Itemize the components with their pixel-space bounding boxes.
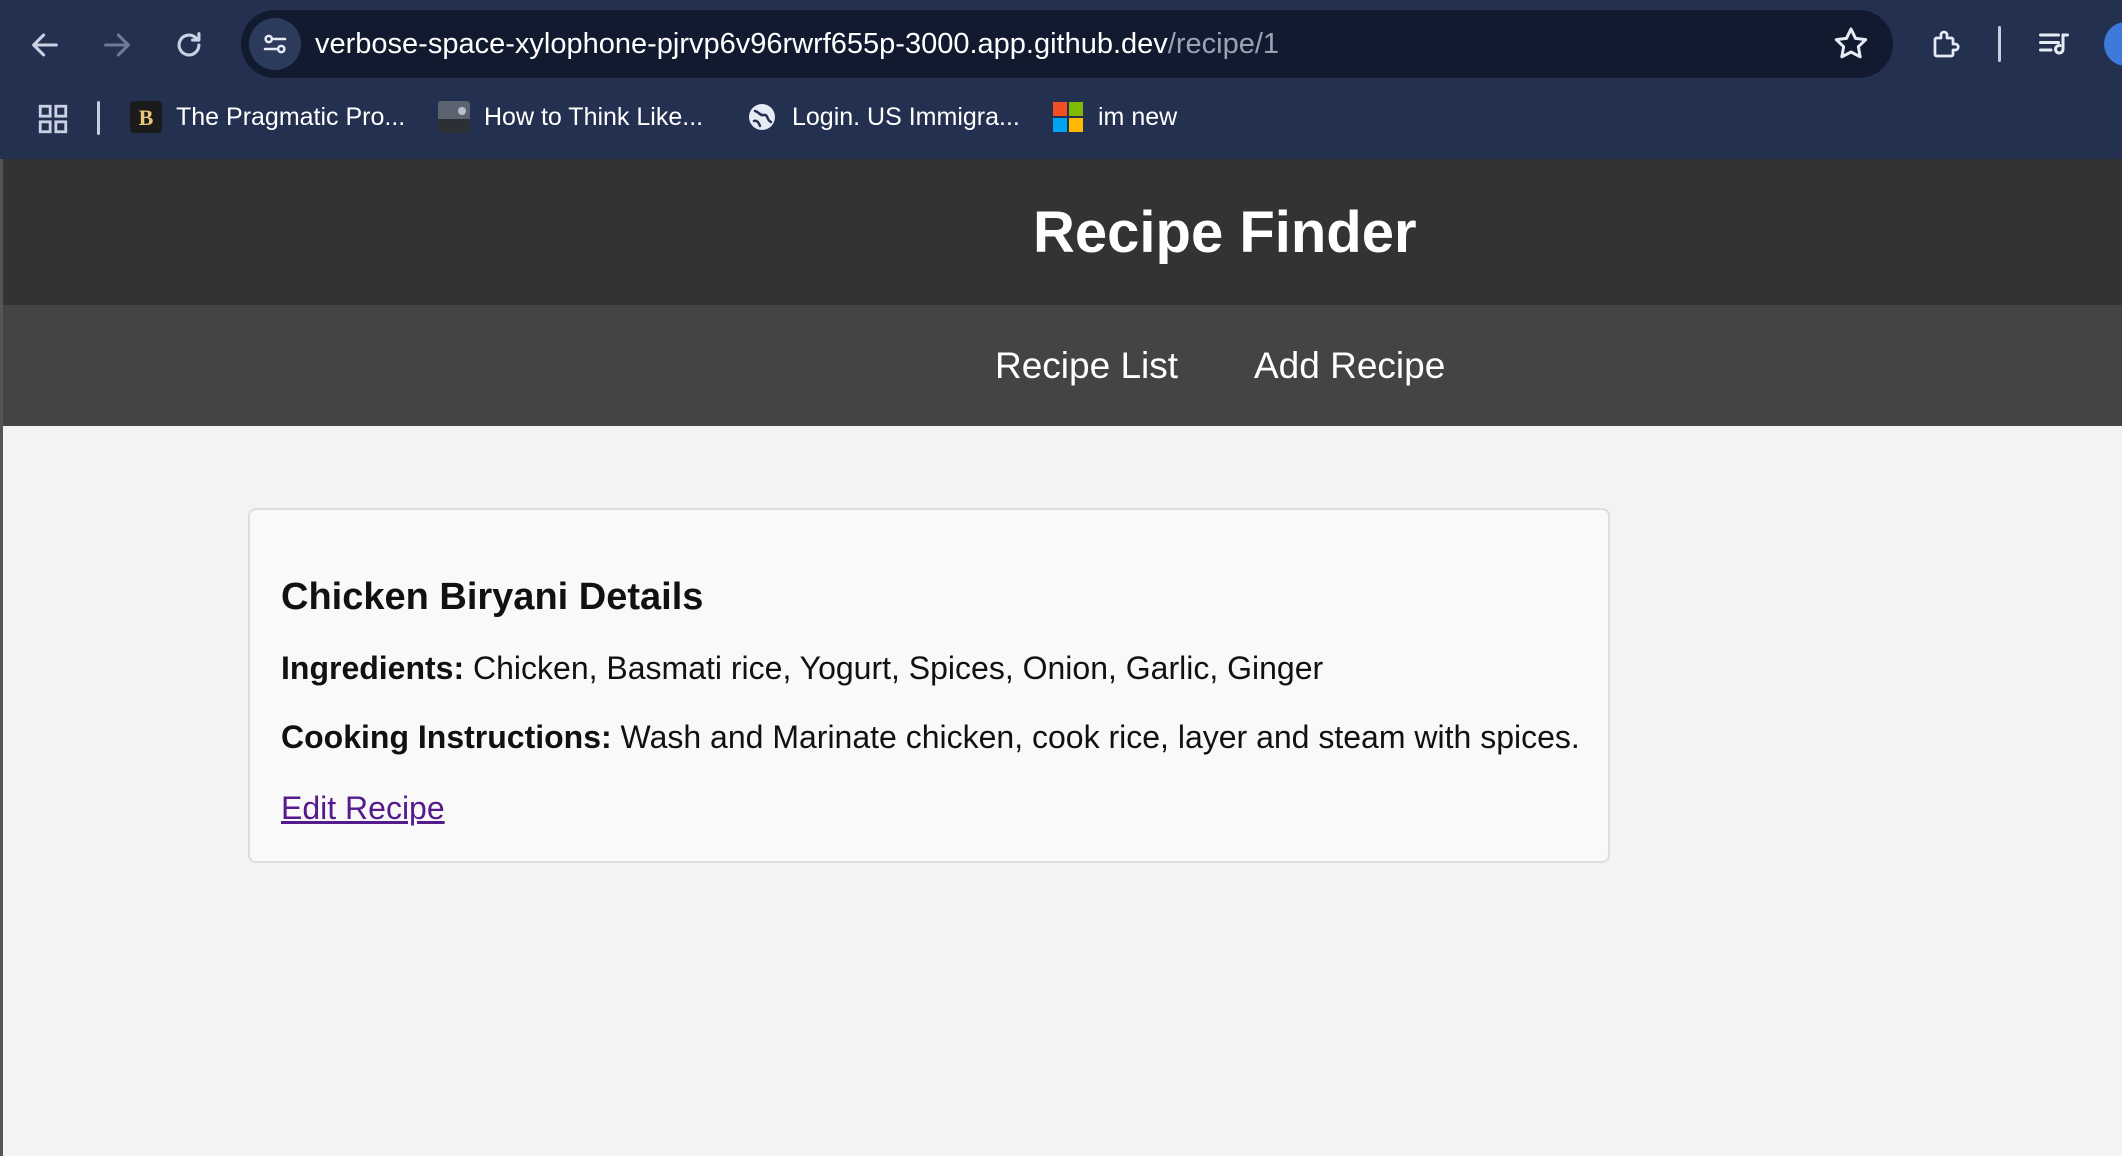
nav-add-recipe-link[interactable]: Add Recipe	[1254, 305, 1445, 426]
site-settings-icon	[263, 34, 287, 54]
browser-toolbar: verbose-space-xylophone-pjrvp6v96rwrf655…	[0, 0, 2122, 88]
bookmark-label: im new	[1098, 102, 1178, 131]
globe-icon	[749, 104, 775, 130]
page-viewport: Recipe Finder Recipe List Add Recipe Chi…	[0, 159, 2122, 1156]
bookmarks-bar: B The Pragmatic Pro... How to Think Like…	[0, 88, 2122, 159]
bookmark-label: How to Think Like...	[484, 102, 704, 131]
ingredients-value: Chicken, Basmati rice, Yogurt, Spices, O…	[473, 650, 1324, 686]
forward-button[interactable]	[94, 22, 140, 68]
ingredients-line: Ingredients: Chicken, Basmati rice, Yogu…	[281, 650, 1323, 687]
recipe-details-card: Chicken Biryani Details Ingredients: Chi…	[248, 508, 1610, 863]
url-text[interactable]: verbose-space-xylophone-pjrvp6v96rwrf655…	[315, 10, 1279, 78]
site-info-button[interactable]	[249, 18, 301, 70]
url-path: /recipe/1	[1167, 28, 1280, 60]
profile-avatar[interactable]	[2104, 22, 2122, 66]
instructions-label: Cooking Instructions:	[281, 719, 612, 755]
site-title: Recipe Finder	[1033, 200, 1417, 265]
star-icon[interactable]	[1831, 24, 1871, 64]
media-button[interactable]	[2032, 22, 2076, 66]
extensions-button[interactable]	[1925, 22, 1969, 66]
address-bar[interactable]: verbose-space-xylophone-pjrvp6v96rwrf655…	[241, 10, 1893, 78]
instructions-value: Wash and Marinate chicken, cook rice, la…	[620, 719, 1580, 755]
bookmark-label: Login. US Immigra...	[792, 102, 1020, 131]
pragmatic-bookshelf-icon: B	[130, 101, 162, 133]
reload-button[interactable]	[166, 22, 212, 68]
site-nav: Recipe List Add Recipe	[3, 305, 2122, 426]
bookmark-item[interactable]: Login. US Immigra...	[746, 88, 1020, 146]
instructions-line: Cooking Instructions: Wash and Marinate …	[281, 719, 1580, 756]
reload-icon	[177, 32, 201, 57]
svg-text:B: B	[139, 105, 154, 130]
url-host: verbose-space-xylophone-pjrvp6v96rwrf655…	[315, 28, 1168, 60]
arrow-left-icon	[32, 33, 58, 57]
puzzle-icon	[1933, 30, 1960, 58]
media-queue-icon	[2039, 33, 2069, 55]
bookmark-label: The Pragmatic Pro...	[176, 102, 406, 131]
bookmark-item[interactable]: B The Pragmatic Pro...	[130, 88, 405, 146]
bookmark-item[interactable]: How to Think Like...	[438, 88, 703, 146]
apps-grid-icon[interactable]	[36, 102, 70, 136]
thumbnail-icon	[438, 101, 470, 133]
ingredients-label: Ingredients:	[281, 650, 465, 686]
site-header: Recipe Finder	[3, 159, 2122, 305]
back-button[interactable]	[22, 22, 68, 68]
arrow-right-icon	[104, 33, 130, 57]
bookmarks-divider	[97, 101, 100, 135]
bookmark-item[interactable]: im new	[1052, 88, 1177, 146]
nav-recipe-list-link[interactable]: Recipe List	[995, 305, 1178, 426]
browser-chrome: verbose-space-xylophone-pjrvp6v96rwrf655…	[0, 0, 2122, 159]
microsoft-icon	[1053, 102, 1083, 132]
recipe-heading: Chicken Biryani Details	[281, 576, 704, 618]
edit-recipe-link[interactable]: Edit Recipe	[281, 790, 445, 827]
toolbar-divider	[1998, 26, 2001, 62]
